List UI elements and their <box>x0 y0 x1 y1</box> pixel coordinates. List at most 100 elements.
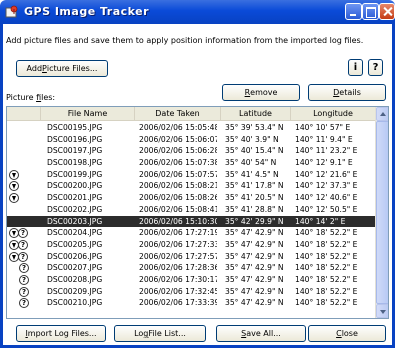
pf-label-pre: Picture <box>6 93 37 102</box>
longitude-cell: 140° 18' 52.2" E <box>295 263 358 273</box>
column-header-date-taken[interactable]: Date Taken <box>135 107 221 121</box>
longitude-cell: 140° 11' 9.4" E <box>295 134 353 144</box>
row-status-icons <box>9 216 33 228</box>
row-status-icons: ? <box>9 297 33 309</box>
close-button[interactable]: Close <box>308 325 386 342</box>
table-row[interactable]: ? DSC00210.JPG 2006/02/06 17:33:39 35° 47' … <box>7 297 375 309</box>
latitude-cell: 35° 40' 54" N <box>225 158 277 168</box>
save-label-post: ave All... <box>246 329 281 338</box>
latitude-cell: 35° 41' 28.8" N <box>225 204 284 214</box>
table-row[interactable]: DSC00199.JPG 2006/02/06 15:07:57 35° 41' 4… <box>7 169 375 181</box>
longitude-cell: 140° 18' 52.2" E <box>295 251 358 261</box>
longitude-cell: 140° 18' 52.2" E <box>295 286 358 296</box>
row-status-icons: ? <box>9 227 33 239</box>
scroll-thumb[interactable] <box>376 121 388 304</box>
table-row[interactable]: DSC00196.JPG 2006/02/06 15:06:07 35° 40' 3… <box>7 134 375 146</box>
table-row[interactable]: DSC00195.JPG 2006/02/06 15:05:48 35° 39' 5… <box>7 122 375 134</box>
unknown-position-icon: ? <box>18 228 28 239</box>
add-picture-files-button[interactable]: Add Picture Files... <box>16 60 108 77</box>
date-taken-cell: 2006/02/06 15:05:48 <box>139 123 217 132</box>
table-row[interactable]: DSC00197.JPG 2006/02/06 15:06:28 35° 40' 1… <box>7 145 375 157</box>
table-row[interactable]: DSC00200.JPG 2006/02/06 15:08:21 35° 41' 1… <box>7 180 375 192</box>
unknown-position-icon: ? <box>19 274 29 285</box>
close-label-post: lose <box>341 329 358 338</box>
row-status-icons: ? <box>9 251 33 263</box>
longitude-cell: 140° 12' 9.1" E <box>295 158 353 168</box>
remove-button[interactable]: Remove <box>222 84 300 101</box>
latitude-cell: 35° 47' 42.9" N <box>225 298 284 308</box>
date-taken-cell: 2006/02/06 15:08:41 <box>139 204 217 214</box>
remove-label-post: emove <box>250 88 278 97</box>
date-taken-cell: 2006/02/06 15:08:26 <box>139 193 217 203</box>
minimize-button[interactable] <box>345 3 362 20</box>
maximize-button[interactable] <box>362 3 379 20</box>
unknown-position-icon: ? <box>19 263 29 274</box>
table-row[interactable]: ? DSC00209.JPG 2006/02/06 17:32:45 35° 47' … <box>7 286 375 298</box>
row-status-icons <box>9 169 33 181</box>
latitude-cell: 35° 47' 42.9" N <box>225 274 284 284</box>
table-row[interactable]: DSC00202.JPG 2006/02/06 15:08:41 35° 41' 2… <box>7 204 375 216</box>
latitude-cell: 35° 47' 42.9" N <box>225 251 284 261</box>
latitude-cell: 35° 41' 4.5" N <box>225 169 279 179</box>
details-label-post: etails <box>339 88 361 97</box>
longitude-cell: 140° 12' 37.3" E <box>295 181 358 191</box>
app-icon <box>5 5 18 18</box>
file-name-cell: DSC00201.JPG <box>47 193 103 203</box>
title-bar[interactable]: GPS Image Tracker <box>0 0 395 24</box>
loglist-label-pre: Lo <box>134 329 144 338</box>
scroll-down-button[interactable] <box>376 304 388 318</box>
import-log-files-button[interactable]: Import Log Files... <box>16 325 106 342</box>
date-taken-cell: 2006/02/06 15:07:57 <box>139 169 217 179</box>
table-row[interactable]: ? DSC00204.JPG 2006/02/06 17:27:19 35° 47' … <box>7 227 375 239</box>
date-taken-cell: 2006/02/06 17:28:36 <box>139 263 217 273</box>
row-status-icons: ? <box>9 274 33 286</box>
column-header-file-name[interactable]: File Name <box>41 107 135 121</box>
info-icon: i <box>353 62 358 73</box>
table-row[interactable]: ? DSC00208.JPG 2006/02/06 17:30:17 35° 47' … <box>7 274 375 286</box>
gps-position-icon <box>9 181 19 192</box>
import-label-post: mport Log Files... <box>27 329 97 338</box>
window-title: GPS Image Tracker <box>24 5 150 18</box>
file-name-cell: DSC00208.JPG <box>47 274 103 284</box>
column-header-longitude[interactable]: Longitude <box>291 107 375 121</box>
column-header-latitude[interactable]: Latitude <box>221 107 291 121</box>
unknown-position-icon: ? <box>18 251 28 262</box>
file-name-cell: DSC00205.JPG <box>47 239 103 249</box>
vertical-scrollbar[interactable] <box>375 107 388 318</box>
list-rows: DSC00195.JPG 2006/02/06 15:05:48 35° 39' 5… <box>7 122 375 309</box>
save-all-button[interactable]: Save All... <box>216 325 306 342</box>
table-row[interactable]: ? DSC00206.JPG 2006/02/06 17:27:57 35° 47' … <box>7 251 375 263</box>
picture-files-list[interactable]: File Name Date Taken Latitude Longitude … <box>6 106 389 319</box>
info-button[interactable]: i <box>348 59 363 76</box>
scroll-up-button[interactable] <box>376 107 388 121</box>
file-name-cell: DSC00204.JPG <box>47 228 103 238</box>
table-row[interactable]: DSC00201.JPG 2006/02/06 15:08:26 35° 41' 2… <box>7 192 375 204</box>
file-name-cell: DSC00199.JPG <box>47 169 103 179</box>
date-taken-cell: 2006/02/06 15:10:30 <box>139 216 217 226</box>
file-name-cell: DSC00206.JPG <box>47 251 103 261</box>
row-status-icons <box>9 134 33 146</box>
longitude-cell: 140° 12' 40.6" E <box>295 193 358 203</box>
row-status-icons <box>9 192 33 204</box>
gps-position-icon <box>9 169 19 180</box>
table-row[interactable]: ? DSC00205.JPG 2006/02/06 17:27:33 35° 47' … <box>7 239 375 251</box>
help-button[interactable]: ? <box>368 59 383 76</box>
table-row[interactable]: DSC00203.JPG 2006/02/06 15:10:30 35° 42' 2… <box>7 215 375 228</box>
latitude-cell: 35° 40' 15.4" N <box>225 146 284 156</box>
unknown-position-icon: ? <box>18 239 28 250</box>
column-header-icons[interactable] <box>7 107 41 121</box>
row-status-icons <box>9 145 33 157</box>
date-taken-cell: 2006/02/06 15:07:38 <box>139 158 217 168</box>
close-window-button[interactable] <box>379 3 395 20</box>
table-row[interactable]: ? DSC00207.JPG 2006/02/06 17:28:36 35° 47' … <box>7 262 375 274</box>
table-row[interactable]: DSC00198.JPG 2006/02/06 15:07:38 35° 40' 5… <box>7 157 375 169</box>
file-name-cell: DSC00203.JPG <box>47 216 103 226</box>
longitude-cell: 140° 14' 2" E <box>295 216 346 226</box>
file-name-cell: DSC00207.JPG <box>47 263 103 273</box>
row-status-icons: ? <box>9 239 33 251</box>
latitude-cell: 35° 41' 17.8" N <box>225 181 284 191</box>
longitude-cell: 140° 18' 52.2" E <box>295 239 358 249</box>
log-file-list-button[interactable]: Lo g File List... <box>114 325 206 342</box>
date-taken-cell: 2006/02/06 17:27:19 <box>139 228 217 238</box>
details-button[interactable]: Details <box>308 84 386 101</box>
